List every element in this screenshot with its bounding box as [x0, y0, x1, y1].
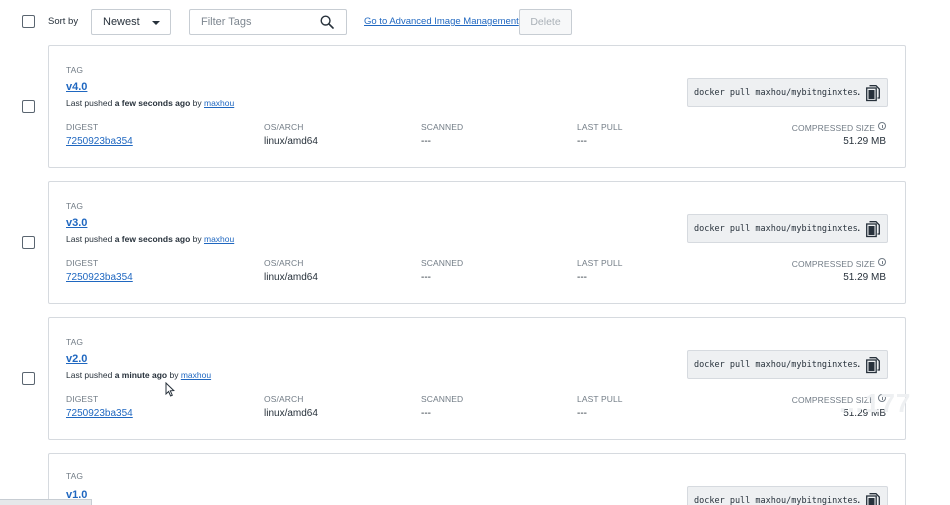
tag-name-link[interactable]: v2.0	[66, 353, 87, 365]
tag-name-link[interactable]: v4.0	[66, 81, 87, 93]
digest-label: DIGEST	[66, 394, 99, 404]
last-pull-label: LAST PULL	[577, 394, 623, 404]
tag-label: TAG	[66, 65, 84, 75]
pull-command-text: docker pull maxhou/mybitnginxtes…	[694, 224, 860, 234]
pull-command-text: docker pull maxhou/mybitnginxtes…	[694, 496, 860, 505]
os-arch-value: linux/amd64	[264, 408, 318, 419]
scanned-label: SCANNED	[421, 258, 464, 268]
delete-button[interactable]: Delete	[519, 9, 572, 35]
pusher-user-link[interactable]: maxhou	[204, 98, 234, 108]
os-arch-label: OS/ARCH	[264, 258, 304, 268]
tag-card: TAG v1.0 docker pull maxhou/mybitnginxte…	[48, 453, 906, 505]
scanned-label: SCANNED	[421, 122, 464, 132]
chevron-down-icon	[152, 21, 160, 25]
copy-icon[interactable]	[866, 85, 880, 102]
tag-card: TAG v3.0 Last pushed a few seconds ago b…	[48, 181, 906, 304]
compressed-size-value: 51.29 MB	[843, 136, 886, 147]
os-arch-label: OS/ARCH	[264, 122, 304, 132]
status-bar	[0, 499, 92, 505]
scanned-value: ---	[421, 272, 431, 283]
last-pushed-text: Last pushed a few seconds ago by maxhou	[66, 98, 235, 108]
pull-command-text: docker pull maxhou/mybitnginxtes…	[694, 360, 860, 370]
tag-label: TAG	[66, 337, 84, 347]
compressed-size-value: 51.29 MB	[843, 272, 886, 283]
info-icon[interactable]	[878, 122, 886, 130]
advanced-image-management-link[interactable]: Go to Advanced Image Management	[364, 16, 519, 27]
mouse-cursor-icon	[165, 382, 175, 397]
last-pull-value: ---	[577, 408, 587, 419]
docker-pull-command: docker pull maxhou/mybitnginxtes…	[687, 486, 888, 505]
scanned-value: ---	[421, 136, 431, 147]
last-pull-value: ---	[577, 136, 587, 147]
copy-icon[interactable]	[866, 221, 880, 238]
docker-pull-command: docker pull maxhou/mybitnginxtes…	[687, 350, 888, 379]
last-pull-label: LAST PULL	[577, 122, 623, 132]
filter-tags-input[interactable]	[190, 10, 315, 34]
docker-pull-command: docker pull maxhou/mybitnginxtes…	[687, 214, 888, 243]
filter-tags-field[interactable]	[189, 9, 347, 35]
digest-label: DIGEST	[66, 258, 99, 268]
tag-card: TAG v4.0 Last pushed a few seconds ago b…	[48, 45, 906, 168]
last-pushed-text: Last pushed a few seconds ago by maxhou	[66, 234, 235, 244]
search-icon[interactable]	[320, 15, 334, 29]
tag-name-link[interactable]: v3.0	[66, 217, 87, 229]
select-all-checkbox[interactable]	[22, 15, 35, 28]
copy-icon[interactable]	[866, 357, 880, 374]
sort-label: Sort by	[48, 16, 79, 27]
watermark-text: …177	[838, 388, 912, 418]
compressed-size-label: COMPRESSED SIZE	[792, 258, 886, 269]
pull-command-text: docker pull maxhou/mybitnginxtes…	[694, 88, 860, 98]
last-pull-value: ---	[577, 272, 587, 283]
tag-row-checkbox[interactable]	[22, 236, 35, 249]
sort-select-value: Newest	[103, 16, 140, 28]
tag-row-checkbox[interactable]	[22, 100, 35, 113]
scanned-label: SCANNED	[421, 394, 464, 404]
copy-icon[interactable]	[866, 493, 880, 505]
tags-toolbar: Sort by Newest Go to Advanced Image Mana…	[0, 0, 950, 42]
digest-link[interactable]: 7250923ba354	[66, 136, 133, 147]
scanned-value: ---	[421, 408, 431, 419]
tag-card: TAG v2.0 Last pushed a minute ago by max…	[48, 317, 906, 440]
compressed-size-label: COMPRESSED SIZE	[792, 122, 886, 133]
pusher-user-link[interactable]: maxhou	[204, 234, 234, 244]
sort-select[interactable]: Newest	[91, 9, 171, 35]
pusher-user-link[interactable]: maxhou	[181, 370, 211, 380]
tag-label: TAG	[66, 471, 84, 481]
last-pushed-text: Last pushed a minute ago by maxhou	[66, 370, 212, 380]
digest-label: DIGEST	[66, 122, 99, 132]
os-arch-value: linux/amd64	[264, 136, 318, 147]
os-arch-value: linux/amd64	[264, 272, 318, 283]
tag-row-checkbox[interactable]	[22, 372, 35, 385]
os-arch-label: OS/ARCH	[264, 394, 304, 404]
last-pull-label: LAST PULL	[577, 258, 623, 268]
info-icon[interactable]	[878, 258, 886, 266]
digest-link[interactable]: 7250923ba354	[66, 272, 133, 283]
tag-label: TAG	[66, 201, 84, 211]
docker-pull-command: docker pull maxhou/mybitnginxtes…	[687, 78, 888, 107]
digest-link[interactable]: 7250923ba354	[66, 408, 133, 419]
